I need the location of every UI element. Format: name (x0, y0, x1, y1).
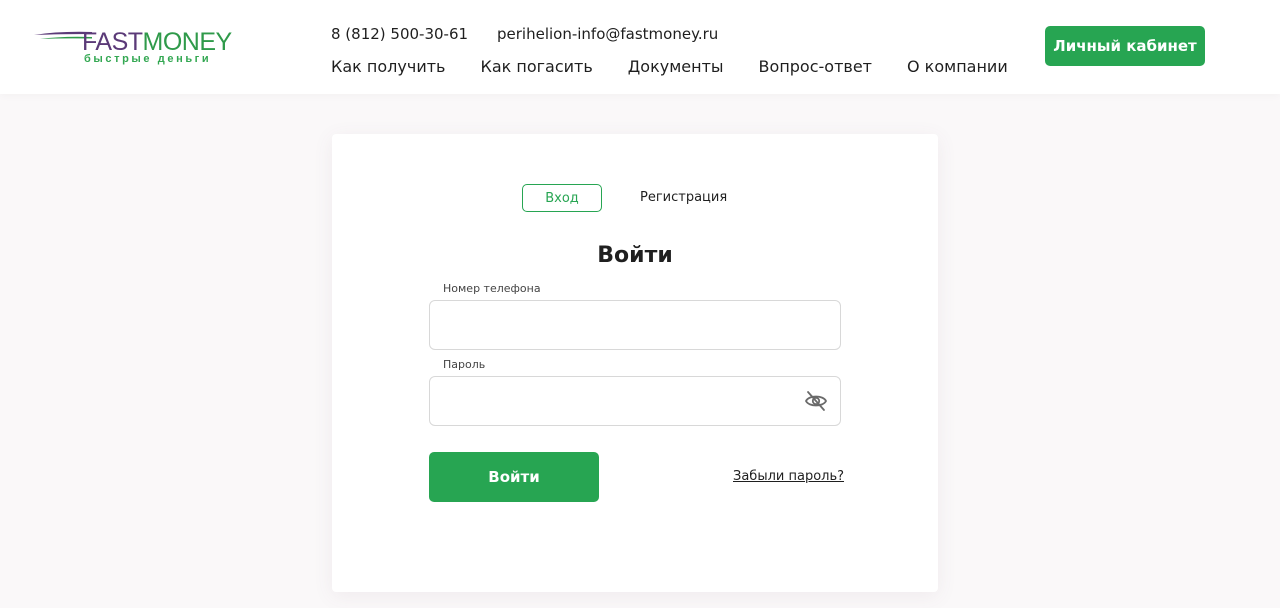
main-nav: Как получить Как погасить Документы Вопр… (331, 57, 1008, 77)
phone-input[interactable] (429, 300, 841, 350)
header-email[interactable]: perihelion-info@fastmoney.ru (497, 25, 718, 43)
header-phone[interactable]: 8 (812) 500-30-61 (331, 25, 468, 43)
login-submit-button[interactable]: Войти (429, 452, 599, 502)
nav-how-to-repay[interactable]: Как погасить (480, 57, 592, 77)
login-card: Вход Регистрация Войти Номер телефона Па… (332, 134, 938, 592)
logo-money: MONEY (142, 28, 233, 56)
logo-wordmark: FASTMONEY (82, 28, 232, 56)
nav-documents[interactable]: Документы (628, 57, 724, 77)
login-title: Войти (597, 243, 673, 268)
tab-register[interactable]: Регистрация (640, 184, 727, 212)
logo-subtitle: быстрые деньги (84, 53, 212, 65)
password-input[interactable] (429, 376, 841, 426)
personal-cabinet-button[interactable]: Личный кабинет (1045, 26, 1205, 66)
site-header: FASTMONEY быстрые деньги 8 (812) 500-30-… (0, 0, 1280, 94)
password-label: Пароль (443, 358, 486, 371)
tab-login[interactable]: Вход (522, 184, 602, 212)
nav-about[interactable]: О компании (907, 57, 1008, 77)
forgot-password-link[interactable]: Забыли пароль? (733, 468, 844, 486)
nav-how-to-get[interactable]: Как получить (331, 57, 445, 77)
nav-faq[interactable]: Вопрос-ответ (759, 57, 872, 77)
fastmoney-logo[interactable]: FASTMONEY быстрые деньги (34, 26, 244, 70)
phone-label: Номер телефона (443, 282, 541, 295)
logo-fast: FAST (82, 28, 143, 56)
eye-slash-icon[interactable] (804, 390, 828, 412)
